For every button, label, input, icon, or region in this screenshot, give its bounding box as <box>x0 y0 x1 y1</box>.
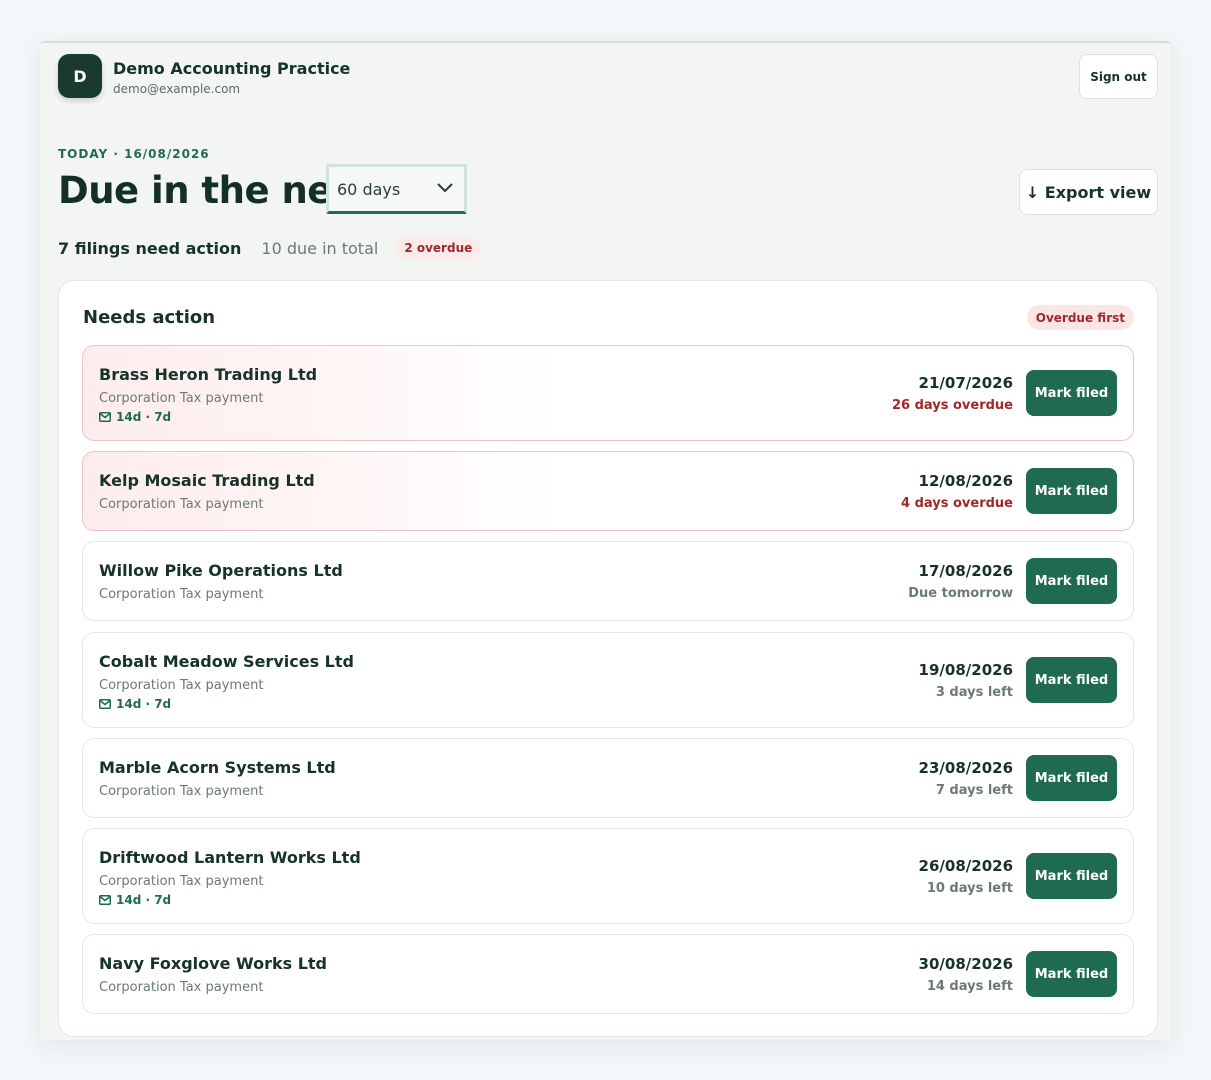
due-status: 10 days left <box>926 881 1013 896</box>
due-date: 17/08/2026 <box>918 562 1013 580</box>
filing-type: Corporation Tax payment <box>99 497 264 512</box>
sort-badge: Overdue first <box>1026 305 1134 330</box>
chevron-down-icon <box>437 183 453 193</box>
table-row: Cobalt Meadow Services Ltd Corporation Ta… <box>82 632 1134 728</box>
mark-filed-button[interactable]: Mark filed <box>1026 951 1117 997</box>
filing-type: Corporation Tax payment <box>99 874 264 889</box>
reminder-text: 14d · 7d <box>116 893 172 907</box>
avatar: D <box>58 54 102 98</box>
table-row: Willow Pike Operations Ltd Corporation Ta… <box>82 541 1134 621</box>
today-label: TODAY · 16/08/2026 <box>58 147 210 161</box>
mark-filed-button[interactable]: Mark filed <box>1026 853 1117 899</box>
table-row: Marble Acorn Systems Ltd Corporation Tax … <box>82 738 1134 818</box>
due-date: 12/08/2026 <box>918 472 1013 490</box>
client-name: Cobalt Meadow Services Ltd <box>99 652 354 671</box>
mail-icon <box>99 412 111 422</box>
table-row: Brass Heron Trading Ltd Corporation Tax p… <box>82 345 1134 441</box>
card-title: Needs action <box>83 307 216 328</box>
org-name: Demo Accounting Practice <box>113 59 351 78</box>
reminder-schedule: 14d · 7d <box>99 893 171 907</box>
sign-out-button[interactable]: Sign out <box>1079 54 1158 99</box>
client-name: Brass Heron Trading Ltd <box>99 365 318 384</box>
filing-type: Corporation Tax payment <box>99 391 264 406</box>
reminder-text: 14d · 7d <box>116 697 172 711</box>
filing-type: Corporation Tax payment <box>99 587 264 602</box>
filing-type: Corporation Tax payment <box>99 784 264 799</box>
table-row: Navy Foxglove Works Ltd Corporation Tax p… <box>82 934 1134 1014</box>
summary-bar: 7 filings need action 10 due in total 2 … <box>58 236 481 260</box>
mark-filed-button[interactable]: Mark filed <box>1026 657 1117 703</box>
due-date: 19/08/2026 <box>918 661 1013 679</box>
org-email: demo@example.com <box>113 82 241 96</box>
due-status: 4 days overdue <box>901 496 1013 511</box>
due-status: 26 days overdue <box>891 398 1013 413</box>
range-select[interactable]: 60 days <box>326 164 467 214</box>
reminder-schedule: 14d · 7d <box>99 697 171 711</box>
due-status: 14 days left <box>926 979 1013 994</box>
due-status: 7 days left <box>935 783 1013 798</box>
client-name: Driftwood Lantern Works Ltd <box>99 848 361 867</box>
filing-type: Corporation Tax payment <box>99 678 264 693</box>
client-name: Kelp Mosaic Trading Ltd <box>99 471 315 490</box>
due-date: 23/08/2026 <box>918 759 1013 777</box>
table-row: Kelp Mosaic Trading Ltd Corporation Tax p… <box>82 451 1134 531</box>
overdue-badge: 2 overdue <box>396 237 481 259</box>
due-date: 30/08/2026 <box>918 955 1013 973</box>
client-name: Navy Foxglove Works Ltd <box>99 954 327 973</box>
range-select-value: 60 days <box>337 179 401 199</box>
reminder-schedule: 14d · 7d <box>99 410 171 424</box>
need-action-count: 7 filings need action <box>58 238 242 258</box>
due-date: 21/07/2026 <box>918 374 1013 392</box>
mark-filed-button[interactable]: Mark filed <box>1026 370 1117 416</box>
reminder-text: 14d · 7d <box>116 410 172 424</box>
due-status: 3 days left <box>935 685 1013 700</box>
app-window: D Demo Accounting Practice demo@example.… <box>40 41 1171 1040</box>
due-date: 26/08/2026 <box>918 857 1013 875</box>
due-status: Due tomorrow <box>908 586 1013 601</box>
client-name: Willow Pike Operations Ltd <box>99 561 343 580</box>
export-view-button[interactable]: ↓ Export view <box>1019 169 1158 215</box>
mark-filed-button[interactable]: Mark filed <box>1026 558 1117 604</box>
mail-icon <box>99 895 111 905</box>
top-bar: D Demo Accounting Practice demo@example.… <box>58 53 1158 101</box>
total-due-count: 10 due in total <box>261 238 379 258</box>
filing-type: Corporation Tax payment <box>99 980 264 995</box>
client-name: Marble Acorn Systems Ltd <box>99 758 336 777</box>
mail-icon <box>99 699 111 709</box>
mark-filed-button[interactable]: Mark filed <box>1026 468 1117 514</box>
needs-action-card: Needs action Overdue first Brass Heron T… <box>58 280 1158 1037</box>
mark-filed-button[interactable]: Mark filed <box>1026 755 1117 801</box>
table-row: Driftwood Lantern Works Ltd Corporation T… <box>82 828 1134 924</box>
